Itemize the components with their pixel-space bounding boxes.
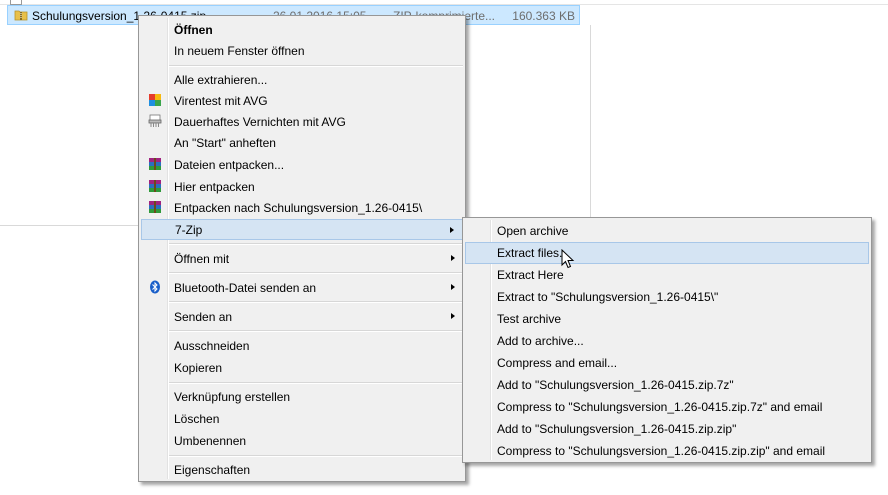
menu-item-label: Compress to "Schulungsversion_1.26-0415.…: [497, 400, 823, 414]
menu-item-create-shortcut[interactable]: Verknüpfung erstellen: [141, 386, 463, 407]
menu-item-label: Öffnen mit: [174, 252, 230, 266]
zip-open-archive[interactable]: Open archive: [465, 220, 869, 241]
menu-item-label: Compress to "Schulungsversion_1.26-0415.…: [497, 444, 826, 458]
menu-separator: [169, 455, 463, 457]
zip-test-archive[interactable]: Test archive: [465, 308, 869, 329]
menu-separator: [169, 272, 463, 274]
menu-item-cut[interactable]: Ausschneiden: [141, 335, 463, 356]
zip-compress-7z-email[interactable]: Compress to "Schulungsversion_1.26-0415.…: [465, 396, 869, 417]
menu-item-avg-shred[interactable]: Dauerhaftes Vernichten mit AVG: [141, 111, 463, 132]
menu-item-bluetooth-send[interactable]: Bluetooth-Datei senden an: [141, 277, 463, 298]
7zip-submenu: Open archive Extract files... Extract He…: [462, 217, 872, 463]
menu-item-label: Senden an: [174, 310, 233, 324]
zip-extract-to-folder[interactable]: Extract to "Schulungsversion_1.26-0415\": [465, 286, 869, 307]
bluetooth-icon: [150, 280, 160, 294]
zip-add-to-archive[interactable]: Add to archive...: [465, 330, 869, 351]
file-size: 160.363 KB: [512, 9, 575, 23]
menu-item-extract-all[interactable]: Alle extrahieren...: [141, 69, 463, 90]
menu-item-label: Open archive: [497, 224, 569, 238]
menu-item-open-new-window[interactable]: In neuem Fenster öffnen: [141, 40, 463, 61]
menu-item-label: Bluetooth-Datei senden an: [174, 281, 317, 295]
menu-item-label: An "Start" anheften: [174, 136, 276, 150]
winrar-icon: [149, 158, 161, 170]
submenu-arrow-icon: [451, 313, 455, 319]
menu-item-label: Dateien entpacken...: [174, 158, 285, 172]
menu-item-label: Add to archive...: [497, 334, 584, 348]
submenu-arrow-icon: [450, 227, 454, 233]
menu-item-label: Extract to "Schulungsversion_1.26-0415\": [497, 290, 719, 304]
menu-item-label: Umbenennen: [174, 434, 247, 448]
menu-item-label: Hier entpacken: [174, 180, 255, 194]
menu-item-delete[interactable]: Löschen: [141, 408, 463, 429]
zip-folder-icon: [14, 10, 28, 21]
menu-item-winrar-extract-here[interactable]: Hier entpacken: [141, 176, 463, 197]
menu-separator: [169, 330, 463, 332]
menu-item-avg-scan[interactable]: Virentest mit AVG: [141, 90, 463, 111]
menu-item-label: Extract files...: [497, 246, 570, 260]
menu-item-label: 7-Zip: [175, 223, 203, 237]
menu-item-pin-start[interactable]: An "Start" anheften: [141, 132, 463, 153]
submenu-arrow-icon: [451, 255, 455, 261]
menu-item-label: Extract Here: [497, 268, 564, 282]
menu-item-rename[interactable]: Umbenennen: [141, 430, 463, 451]
menu-item-copy[interactable]: Kopieren: [141, 357, 463, 378]
menu-item-label: Dauerhaftes Vernichten mit AVG: [174, 115, 346, 129]
winrar-icon: [149, 180, 161, 192]
menu-item-label: Entpacken nach Schulungsversion_1.26-041…: [174, 201, 423, 215]
menu-item-open[interactable]: Öffnen: [141, 19, 463, 40]
zip-compress-zip-email[interactable]: Compress to "Schulungsversion_1.26-0415.…: [465, 440, 869, 461]
menu-item-winrar-extract-to[interactable]: Entpacken nach Schulungsversion_1.26-041…: [141, 197, 463, 218]
menu-separator: [169, 243, 463, 245]
menu-separator: [169, 65, 463, 67]
menu-item-label: Verknüpfung erstellen: [174, 390, 291, 404]
menu-item-label: Compress and email...: [497, 356, 618, 370]
menu-item-properties[interactable]: Eigenschaften: [141, 459, 463, 480]
menu-item-label: Test archive: [497, 312, 562, 326]
submenu-arrow-icon: [451, 284, 455, 290]
menu-item-label: Add to "Schulungsversion_1.26-0415.zip.z…: [497, 422, 737, 436]
avg-icon: [149, 94, 161, 106]
zip-add-to-zip[interactable]: Add to "Schulungsversion_1.26-0415.zip.z…: [465, 418, 869, 439]
menu-item-label: Add to "Schulungsversion_1.26-0415.zip.7…: [497, 378, 734, 392]
menu-item-label: Löschen: [174, 412, 220, 426]
menu-separator: [169, 382, 463, 384]
zip-extract-files[interactable]: Extract files...: [465, 242, 869, 264]
menu-item-label: Kopieren: [174, 361, 223, 375]
shredder-icon: [148, 114, 162, 127]
menu-item-open-with[interactable]: Öffnen mit: [141, 248, 463, 269]
menu-item-label: Virentest mit AVG: [174, 94, 268, 108]
menu-item-label: Eigenschaften: [174, 463, 251, 477]
menu-item-send-to[interactable]: Senden an: [141, 306, 463, 327]
mouse-pointer-icon: [561, 249, 575, 269]
winrar-icon: [149, 201, 161, 213]
menu-item-label: Alle extrahieren...: [174, 73, 268, 87]
menu-item-label: Öffnen: [174, 23, 213, 37]
menu-item-7zip[interactable]: 7-Zip: [141, 219, 463, 240]
zip-extract-here[interactable]: Extract Here: [465, 264, 869, 285]
menu-item-label: Ausschneiden: [174, 339, 250, 353]
menu-item-label: In neuem Fenster öffnen: [174, 44, 305, 58]
zip-compress-email[interactable]: Compress and email...: [465, 352, 869, 373]
menu-separator: [169, 301, 463, 303]
menu-item-winrar-extract[interactable]: Dateien entpacken...: [141, 154, 463, 175]
zip-add-to-7z[interactable]: Add to "Schulungsversion_1.26-0415.zip.7…: [465, 374, 869, 395]
context-menu: Öffnen In neuem Fenster öffnen Alle extr…: [138, 15, 466, 482]
